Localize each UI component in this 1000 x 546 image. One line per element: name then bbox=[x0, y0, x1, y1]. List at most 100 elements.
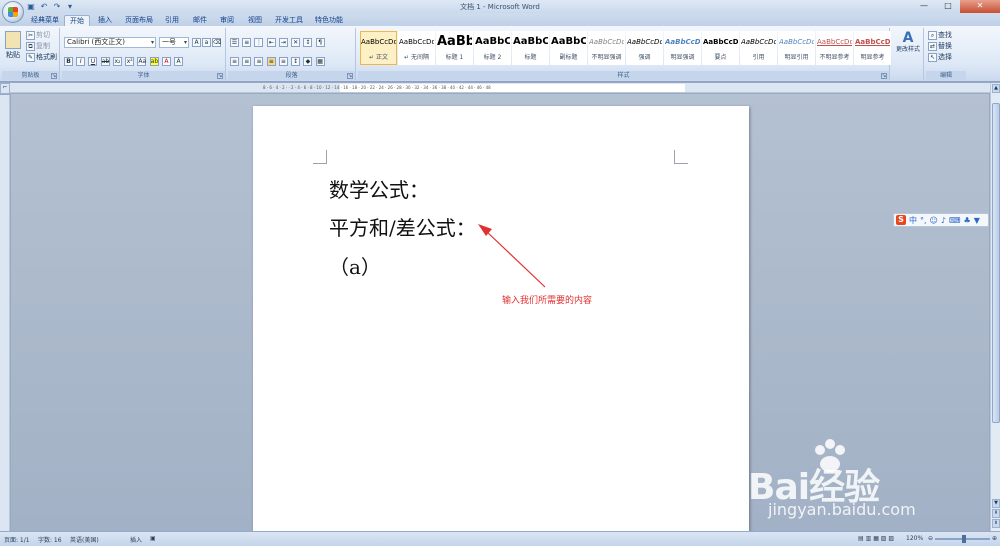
tab-references[interactable]: 引用 bbox=[161, 15, 183, 26]
increase-indent-icon[interactable]: ⇥ bbox=[278, 37, 288, 47]
punctuation-icon[interactable]: °, bbox=[920, 216, 927, 225]
style-subtle-emphasis[interactable]: AaBbCcDd 不明显强调 bbox=[588, 31, 625, 65]
numbering-icon[interactable]: ≡ bbox=[242, 37, 252, 47]
document-page[interactable]: 数学公式： 平方和/差公式： （a） bbox=[253, 106, 749, 531]
style-quote[interactable]: AaBbCcDd 引用 bbox=[740, 31, 777, 65]
shading-icon[interactable]: ◆ bbox=[303, 56, 313, 66]
ime-toolbar[interactable]: S 中 °, ☺ ♪ ⌨ ♣ ▼ bbox=[893, 213, 989, 227]
underline-icon[interactable]: U bbox=[88, 56, 98, 66]
style-heading-2[interactable]: AaBbC 标题 2 bbox=[474, 31, 511, 65]
styles-launcher-icon[interactable]: ↘ bbox=[881, 73, 887, 79]
bullets-icon[interactable]: ☰ bbox=[230, 37, 239, 47]
style-title[interactable]: AaBbC 标题 bbox=[512, 31, 549, 65]
toolbox-icon[interactable]: ▼ bbox=[974, 216, 980, 225]
paste-button[interactable]: 粘贴 bbox=[5, 31, 21, 60]
align-right-icon[interactable]: ≡ bbox=[254, 56, 264, 66]
horizontal-ruler[interactable]: 8 · 6 · 4 · 2 · · 2 · 4 · 6 · 8 · 10 · 1… bbox=[10, 83, 990, 93]
status-language[interactable]: 英语(美国) bbox=[70, 535, 99, 544]
font-size-select[interactable]: 一号 bbox=[159, 37, 189, 48]
draft-icon[interactable]: ▨ bbox=[888, 535, 894, 542]
style-subtitle[interactable]: AaBbC 副标题 bbox=[550, 31, 587, 65]
superscript-icon[interactable]: x² bbox=[125, 56, 135, 66]
chinese-layout-icon[interactable]: ✕ bbox=[291, 37, 301, 47]
line-spacing-icon[interactable]: ↕ bbox=[291, 56, 301, 66]
voice-icon[interactable]: ♪ bbox=[941, 216, 946, 225]
bold-icon[interactable]: B bbox=[64, 56, 73, 66]
decrease-indent-icon[interactable]: ⇤ bbox=[266, 37, 276, 47]
doc-line-1[interactable]: 数学公式： bbox=[329, 174, 429, 203]
clear-format-icon[interactable]: ⌫ bbox=[212, 37, 221, 47]
close-button[interactable]: ✕ bbox=[960, 0, 1000, 13]
vertical-ruler[interactable] bbox=[0, 95, 10, 531]
scroll-down-icon[interactable]: ▼ bbox=[992, 499, 1000, 508]
style-normal[interactable]: AaBbCcDd ↵ 正文 bbox=[360, 31, 397, 65]
find-button[interactable]: ⌕ 查找 bbox=[928, 30, 952, 40]
zoom-slider-knob[interactable] bbox=[962, 535, 966, 543]
style-emphasis[interactable]: AaBbCcDd 强调 bbox=[626, 31, 663, 65]
status-insert-mode[interactable]: 插入 bbox=[130, 535, 142, 544]
scroll-up-icon[interactable]: ▲ bbox=[992, 84, 1000, 93]
minimize-button[interactable]: — bbox=[912, 0, 936, 13]
format-painter-button[interactable]: ✎ 格式刷 bbox=[26, 52, 57, 62]
sort-icon[interactable]: ↕ bbox=[303, 37, 313, 47]
style-heading-1[interactable]: AaBb 标题 1 bbox=[436, 31, 473, 65]
subscript-icon[interactable]: x₂ bbox=[112, 56, 122, 66]
tab-home[interactable]: 开始 bbox=[64, 15, 90, 26]
outline-icon[interactable]: ▧ bbox=[881, 535, 887, 542]
zoom-level[interactable]: 120% bbox=[906, 535, 923, 542]
skin-icon[interactable]: ♣ bbox=[964, 216, 971, 225]
change-case-icon[interactable]: Aa bbox=[137, 56, 147, 66]
tab-features[interactable]: 特色功能 bbox=[311, 15, 347, 26]
font-color-icon[interactable]: A bbox=[161, 56, 171, 66]
font-launcher-icon[interactable]: ↘ bbox=[217, 73, 223, 79]
zoom-slider[interactable] bbox=[935, 535, 990, 543]
style-no-spacing[interactable]: AaBbCcDd ↵ 无间隔 bbox=[398, 31, 435, 65]
align-center-icon[interactable]: ≡ bbox=[242, 56, 252, 66]
tab-review[interactable]: 审阅 bbox=[215, 15, 239, 26]
office-button[interactable] bbox=[2, 1, 24, 23]
clipboard-launcher-icon[interactable]: ↘ bbox=[51, 73, 57, 79]
emoji-icon[interactable]: ☺ bbox=[930, 216, 938, 225]
print-layout-icon[interactable]: ▤ bbox=[858, 535, 864, 542]
select-button[interactable]: ↖ 选择 bbox=[928, 52, 952, 62]
tab-developer[interactable]: 开发工具 bbox=[271, 15, 307, 26]
borders-icon[interactable]: ▦ bbox=[315, 56, 325, 66]
doc-line-2[interactable]: 平方和/差公式： bbox=[329, 212, 476, 241]
style-intense-reference[interactable]: AaBbCcDd 明显参考 bbox=[854, 31, 891, 65]
grow-font-button[interactable]: Aa ⌫ bbox=[192, 37, 222, 47]
strikethrough-icon[interactable]: ab bbox=[100, 56, 110, 66]
justify-icon[interactable]: ≡ bbox=[266, 56, 276, 66]
ruler-toggle-icon[interactable]: ⌐ bbox=[0, 83, 10, 94]
paragraph-launcher-icon[interactable]: ↘ bbox=[347, 73, 353, 79]
status-page[interactable]: 页面: 1/1 bbox=[4, 535, 30, 544]
show-marks-icon[interactable]: ¶ bbox=[315, 37, 325, 47]
style-subtle-reference[interactable]: AaBbCcDd 不明显参考 bbox=[816, 31, 853, 65]
zoom-out-icon[interactable]: ⊖ bbox=[928, 535, 933, 542]
shrink-font-icon[interactable]: a bbox=[202, 37, 211, 47]
copy-button[interactable]: ⧉ 复制 bbox=[26, 41, 50, 51]
scroll-thumb[interactable] bbox=[992, 103, 1000, 423]
char-border-icon[interactable]: A bbox=[174, 56, 184, 66]
tab-mailings[interactable]: 邮件 bbox=[188, 15, 212, 26]
highlight-icon[interactable]: ab bbox=[149, 56, 159, 66]
next-page-icon[interactable]: ⇟ bbox=[992, 519, 1000, 528]
multilevel-list-icon[interactable]: ⋮ bbox=[254, 37, 264, 47]
full-screen-icon[interactable]: ▥ bbox=[866, 535, 872, 542]
prev-page-icon[interactable]: ⇞ bbox=[992, 509, 1000, 518]
style-strong[interactable]: AaBbCcDd 要点 bbox=[702, 31, 739, 65]
doc-line-3[interactable]: （a） bbox=[329, 251, 381, 280]
tab-view[interactable]: 视图 bbox=[243, 15, 267, 26]
change-styles-button[interactable]: A 更改样式 bbox=[894, 30, 922, 54]
cut-button[interactable]: ✂ 剪切 bbox=[26, 30, 50, 40]
style-intense-emphasis[interactable]: AaBbCcDd 明显强调 bbox=[664, 31, 701, 65]
replace-button[interactable]: ⇄ 替换 bbox=[928, 41, 952, 51]
macro-record-icon[interactable]: ▣ bbox=[150, 535, 156, 542]
status-words[interactable]: 字数: 16 bbox=[38, 535, 62, 544]
tab-classic-menu[interactable]: 经典菜单 bbox=[28, 15, 62, 26]
zoom-in-icon[interactable]: ⊕ bbox=[992, 535, 997, 542]
ime-mode-indicator[interactable]: 中 bbox=[909, 215, 917, 226]
font-name-select[interactable]: Calibri (西文正文) bbox=[64, 37, 156, 48]
vertical-scrollbar[interactable]: ▲ ▼ ⇞ ⇟ bbox=[990, 83, 1000, 531]
maximize-button[interactable]: □ bbox=[936, 0, 960, 13]
web-layout-icon[interactable]: ▦ bbox=[873, 535, 879, 542]
